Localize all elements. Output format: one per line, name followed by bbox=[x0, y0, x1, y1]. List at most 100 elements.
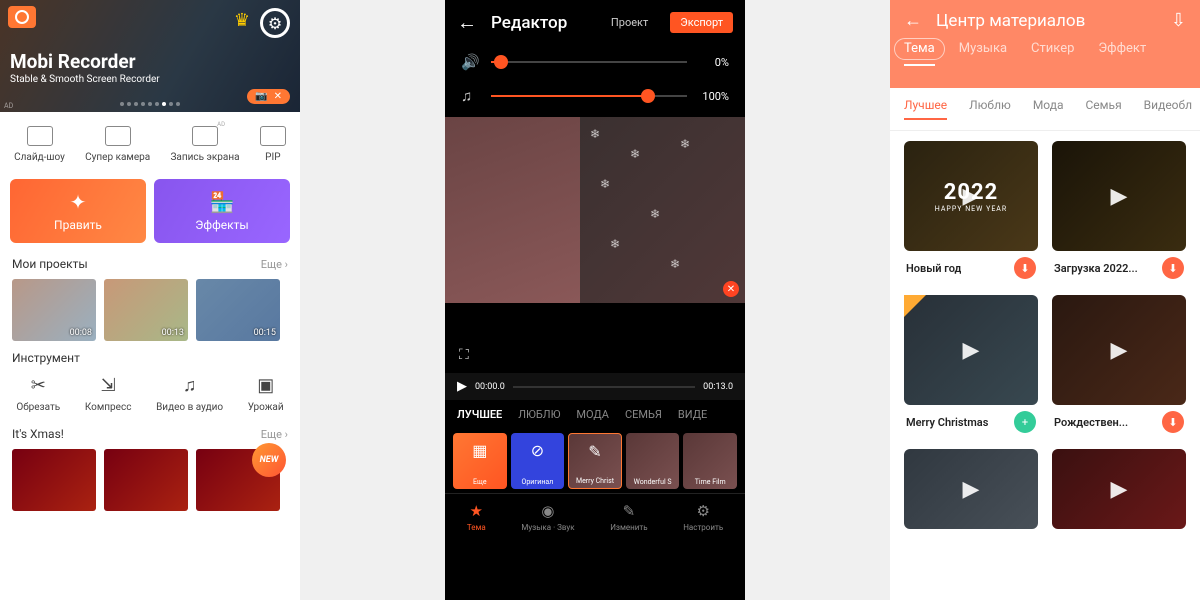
play-icon[interactable]: ▶ bbox=[457, 379, 467, 394]
voice-value: 0% bbox=[699, 56, 729, 69]
voice-slider[interactable] bbox=[491, 61, 687, 63]
tool-crop[interactable]: ▣Урожай bbox=[248, 375, 284, 413]
material-card[interactable]: 2022HAPPY NEW YEAR▶ Новый год⬇ bbox=[904, 141, 1038, 285]
preset-item[interactable]: ✎Merry Christ bbox=[568, 433, 622, 489]
tool-compress[interactable]: ⇲Компресс bbox=[85, 375, 132, 413]
tool-row: Слайд-шоу Супер камера ADЗапись экрана P… bbox=[0, 112, 300, 171]
project-thumb[interactable]: 00:08 bbox=[12, 279, 96, 341]
play-icon: ▶ bbox=[963, 338, 980, 363]
subtab-vlog[interactable]: Видеобл bbox=[1144, 98, 1192, 120]
xmas-thumb[interactable] bbox=[12, 449, 96, 511]
instruments-header: Инструмент bbox=[0, 345, 300, 369]
projects-title: Мои проекты bbox=[12, 257, 88, 271]
tab-theme[interactable]: Тема bbox=[904, 41, 935, 66]
xmas-thumb[interactable] bbox=[104, 449, 188, 511]
subtab-fashion[interactable]: Мода bbox=[1033, 98, 1064, 120]
music-note-icon: ♫ bbox=[461, 87, 479, 105]
tool-record[interactable]: ADЗапись экрана bbox=[170, 126, 239, 163]
cat-fashion[interactable]: МОДА bbox=[576, 408, 609, 421]
sub-tabs: Лучшее Люблю Мода Семья Видеобл bbox=[890, 88, 1200, 131]
instrument-row: ✂Обрезать ⇲Компресс ♫Видео в аудио ▣Урож… bbox=[0, 369, 300, 421]
projects-more[interactable]: Еще › bbox=[261, 258, 288, 271]
material-card[interactable]: ▶ Merry Christmas+ bbox=[904, 295, 1038, 439]
preset-item[interactable]: Time Film bbox=[683, 433, 737, 489]
video-preview[interactable]: ❄❄❄❄❄❄❄ ✕ bbox=[445, 117, 745, 303]
play-icon: ▶ bbox=[1111, 477, 1128, 502]
music-slider-row: ♫ 100% bbox=[445, 79, 745, 113]
project-thumb[interactable]: 00:15 bbox=[196, 279, 280, 341]
xmas-thumb[interactable]: NEW bbox=[196, 449, 280, 511]
close-icon[interactable]: ✕ bbox=[274, 91, 282, 102]
banner-subtitle: Stable & Smooth Screen Recorder bbox=[10, 74, 160, 85]
preset-more[interactable]: ▦Еще bbox=[453, 433, 507, 489]
new-badge: NEW bbox=[252, 443, 286, 477]
tool-trim[interactable]: ✂Обрезать bbox=[16, 375, 60, 413]
material-card[interactable]: ▶ bbox=[904, 449, 1038, 529]
material-card[interactable]: ▶ Загрузка 2022...⬇ bbox=[1052, 141, 1186, 285]
preset-original[interactable]: ⊘Оригинал bbox=[511, 433, 565, 489]
project-button[interactable]: Проект bbox=[611, 16, 648, 29]
download-button[interactable]: ⬇ bbox=[1162, 411, 1184, 433]
tab-sticker[interactable]: Стикер bbox=[1031, 41, 1074, 66]
scissors-icon: ✂ bbox=[31, 375, 46, 396]
export-button[interactable]: Экспорт bbox=[670, 12, 733, 33]
cat-video[interactable]: ВИДЕ bbox=[678, 408, 707, 421]
download-icon[interactable]: ⇩ bbox=[1171, 10, 1186, 31]
seek-track[interactable] bbox=[513, 386, 695, 388]
materials-title: Центр материалов bbox=[936, 11, 1157, 31]
ad-label: AD bbox=[4, 102, 13, 110]
back-icon[interactable]: ← bbox=[904, 10, 922, 31]
xmas-thumbs: NEW bbox=[0, 445, 300, 515]
project-thumb[interactable]: 00:13 bbox=[104, 279, 188, 341]
materials-screen: ← Центр материалов ⇩ Тема Музыка Стикер … bbox=[890, 0, 1200, 600]
promo-banner[interactable]: ♛ ⚙ Mobi Recorder Stable & Smooth Screen… bbox=[0, 0, 300, 112]
fullscreen-icon[interactable]: ⛶ bbox=[459, 347, 469, 363]
material-card[interactable]: ▶ Рождествен...⬇ bbox=[1052, 295, 1186, 439]
main-buttons: ✦Править 🏪Эффекты bbox=[0, 171, 300, 251]
tool-pip[interactable]: PIP bbox=[260, 126, 286, 163]
effects-button[interactable]: 🏪Эффекты bbox=[154, 179, 290, 243]
disc-icon: ◉ bbox=[541, 502, 554, 520]
subtab-family[interactable]: Семья bbox=[1085, 98, 1121, 120]
download-button[interactable]: ⬇ bbox=[1014, 257, 1036, 279]
preset-item[interactable]: Wonderful S bbox=[626, 433, 680, 489]
close-preview-icon[interactable]: ✕ bbox=[723, 281, 739, 297]
back-icon[interactable]: ← bbox=[457, 10, 477, 35]
material-card[interactable]: ▶ bbox=[1052, 449, 1186, 529]
tab-effect[interactable]: Эффект bbox=[1098, 41, 1146, 66]
time-total: 00:13.0 bbox=[703, 382, 733, 392]
cat-family[interactable]: СЕМЬЯ bbox=[625, 408, 662, 421]
cat-love[interactable]: ЛЮБЛЮ bbox=[518, 408, 560, 421]
music-slider[interactable] bbox=[491, 95, 687, 97]
add-button[interactable]: + bbox=[1014, 411, 1036, 433]
subtab-best[interactable]: Лучшее bbox=[904, 98, 947, 120]
download-button[interactable]: ⬇ bbox=[1162, 257, 1184, 279]
tool-audio[interactable]: ♫Видео в аудио bbox=[156, 375, 223, 413]
card-thumb: ▶ bbox=[1052, 295, 1186, 405]
card-thumb: ▶ bbox=[1052, 141, 1186, 251]
home-screen: ♛ ⚙ Mobi Recorder Stable & Smooth Screen… bbox=[0, 0, 300, 600]
nav-edit[interactable]: ✎Изменить bbox=[610, 502, 647, 532]
tab-music[interactable]: Музыка bbox=[959, 41, 1007, 66]
play-icon: ▶ bbox=[1111, 184, 1128, 209]
play-icon: ▶ bbox=[963, 477, 980, 502]
edit-button[interactable]: ✦Править bbox=[10, 179, 146, 243]
banner-actions[interactable]: 📷✕ bbox=[247, 89, 290, 104]
nav-theme[interactable]: ★Тема bbox=[467, 502, 486, 532]
tool-camera[interactable]: Супер камера bbox=[85, 126, 150, 163]
card-label: Новый год bbox=[906, 262, 961, 275]
recorder-logo-icon bbox=[8, 6, 36, 28]
cat-best[interactable]: ЛУЧШЕЕ bbox=[457, 408, 502, 421]
subtab-love[interactable]: Люблю bbox=[969, 98, 1011, 120]
tool-slideshow[interactable]: Слайд-шоу bbox=[14, 126, 65, 163]
nav-settings[interactable]: ⚙Настроить bbox=[683, 502, 723, 532]
nav-music[interactable]: ◉Музыка · Звук bbox=[521, 502, 574, 532]
settings-icon[interactable]: ⚙ bbox=[260, 8, 290, 38]
block-icon: ⊘ bbox=[531, 441, 544, 460]
banner-title: Mobi Recorder bbox=[10, 50, 136, 73]
grid-icon: ▦ bbox=[472, 441, 487, 460]
crown-icon[interactable]: ♛ bbox=[234, 10, 250, 31]
xmas-more[interactable]: Еще › bbox=[261, 428, 288, 441]
editor-title: Редактор bbox=[491, 13, 597, 33]
camera-icon: 📷 bbox=[255, 91, 267, 102]
